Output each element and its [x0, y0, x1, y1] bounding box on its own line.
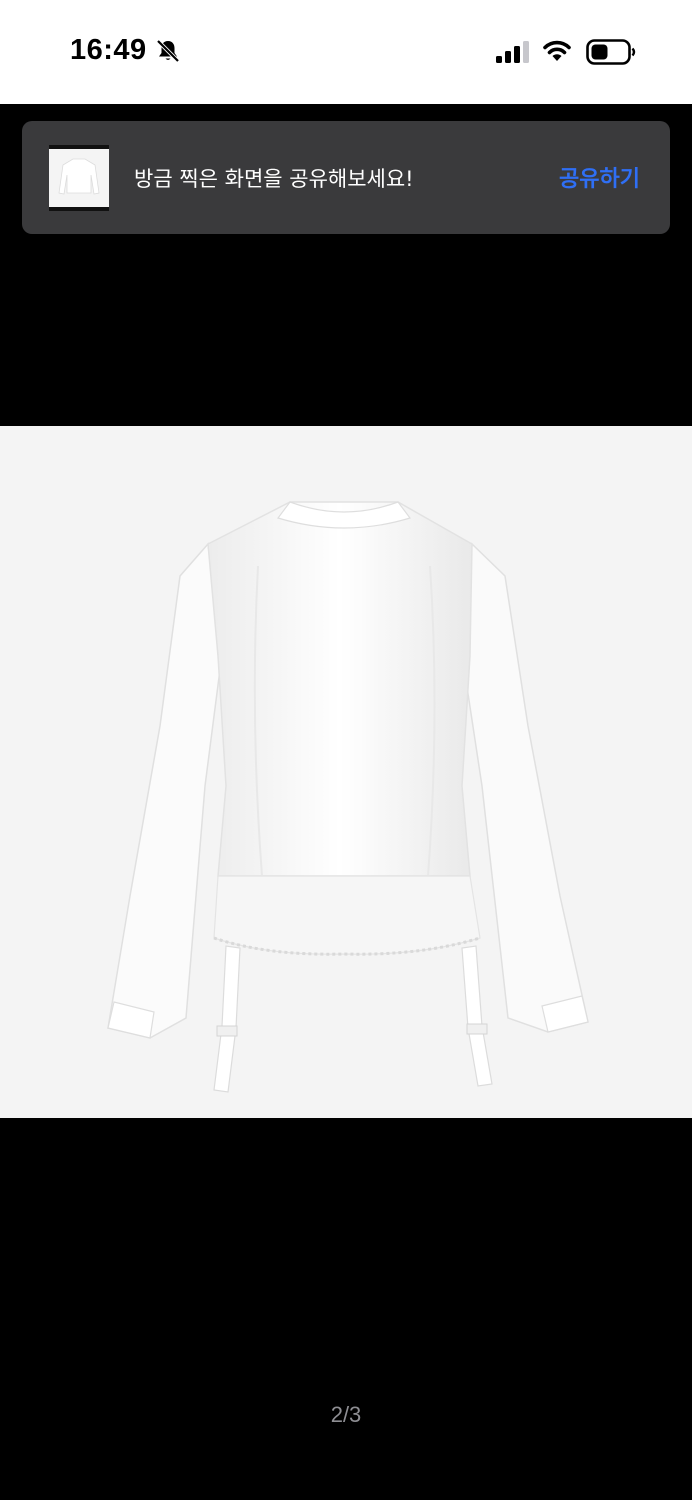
toast-message: 방금 찍은 화면을 공유해보세요! [134, 167, 414, 191]
share-toast: 방금 찍은 화면을 공유해보세요! 공유하기 [22, 121, 670, 234]
shirt-thumbnail-icon [49, 149, 109, 207]
bell-muted-icon [156, 39, 180, 63]
product-photo[interactable] [0, 426, 692, 1118]
cellular-signal-icon [496, 41, 529, 63]
status-bar: 16:49 [0, 0, 692, 104]
wifi-icon [543, 40, 571, 61]
battery-icon [586, 39, 636, 65]
status-time: 16:49 [70, 34, 147, 66]
page-indicator: 2/3 [330, 1402, 362, 1427]
product-thumbnail[interactable] [49, 145, 109, 211]
white-shirt-image [0, 426, 692, 1118]
share-button[interactable]: 공유하기 [559, 161, 640, 193]
